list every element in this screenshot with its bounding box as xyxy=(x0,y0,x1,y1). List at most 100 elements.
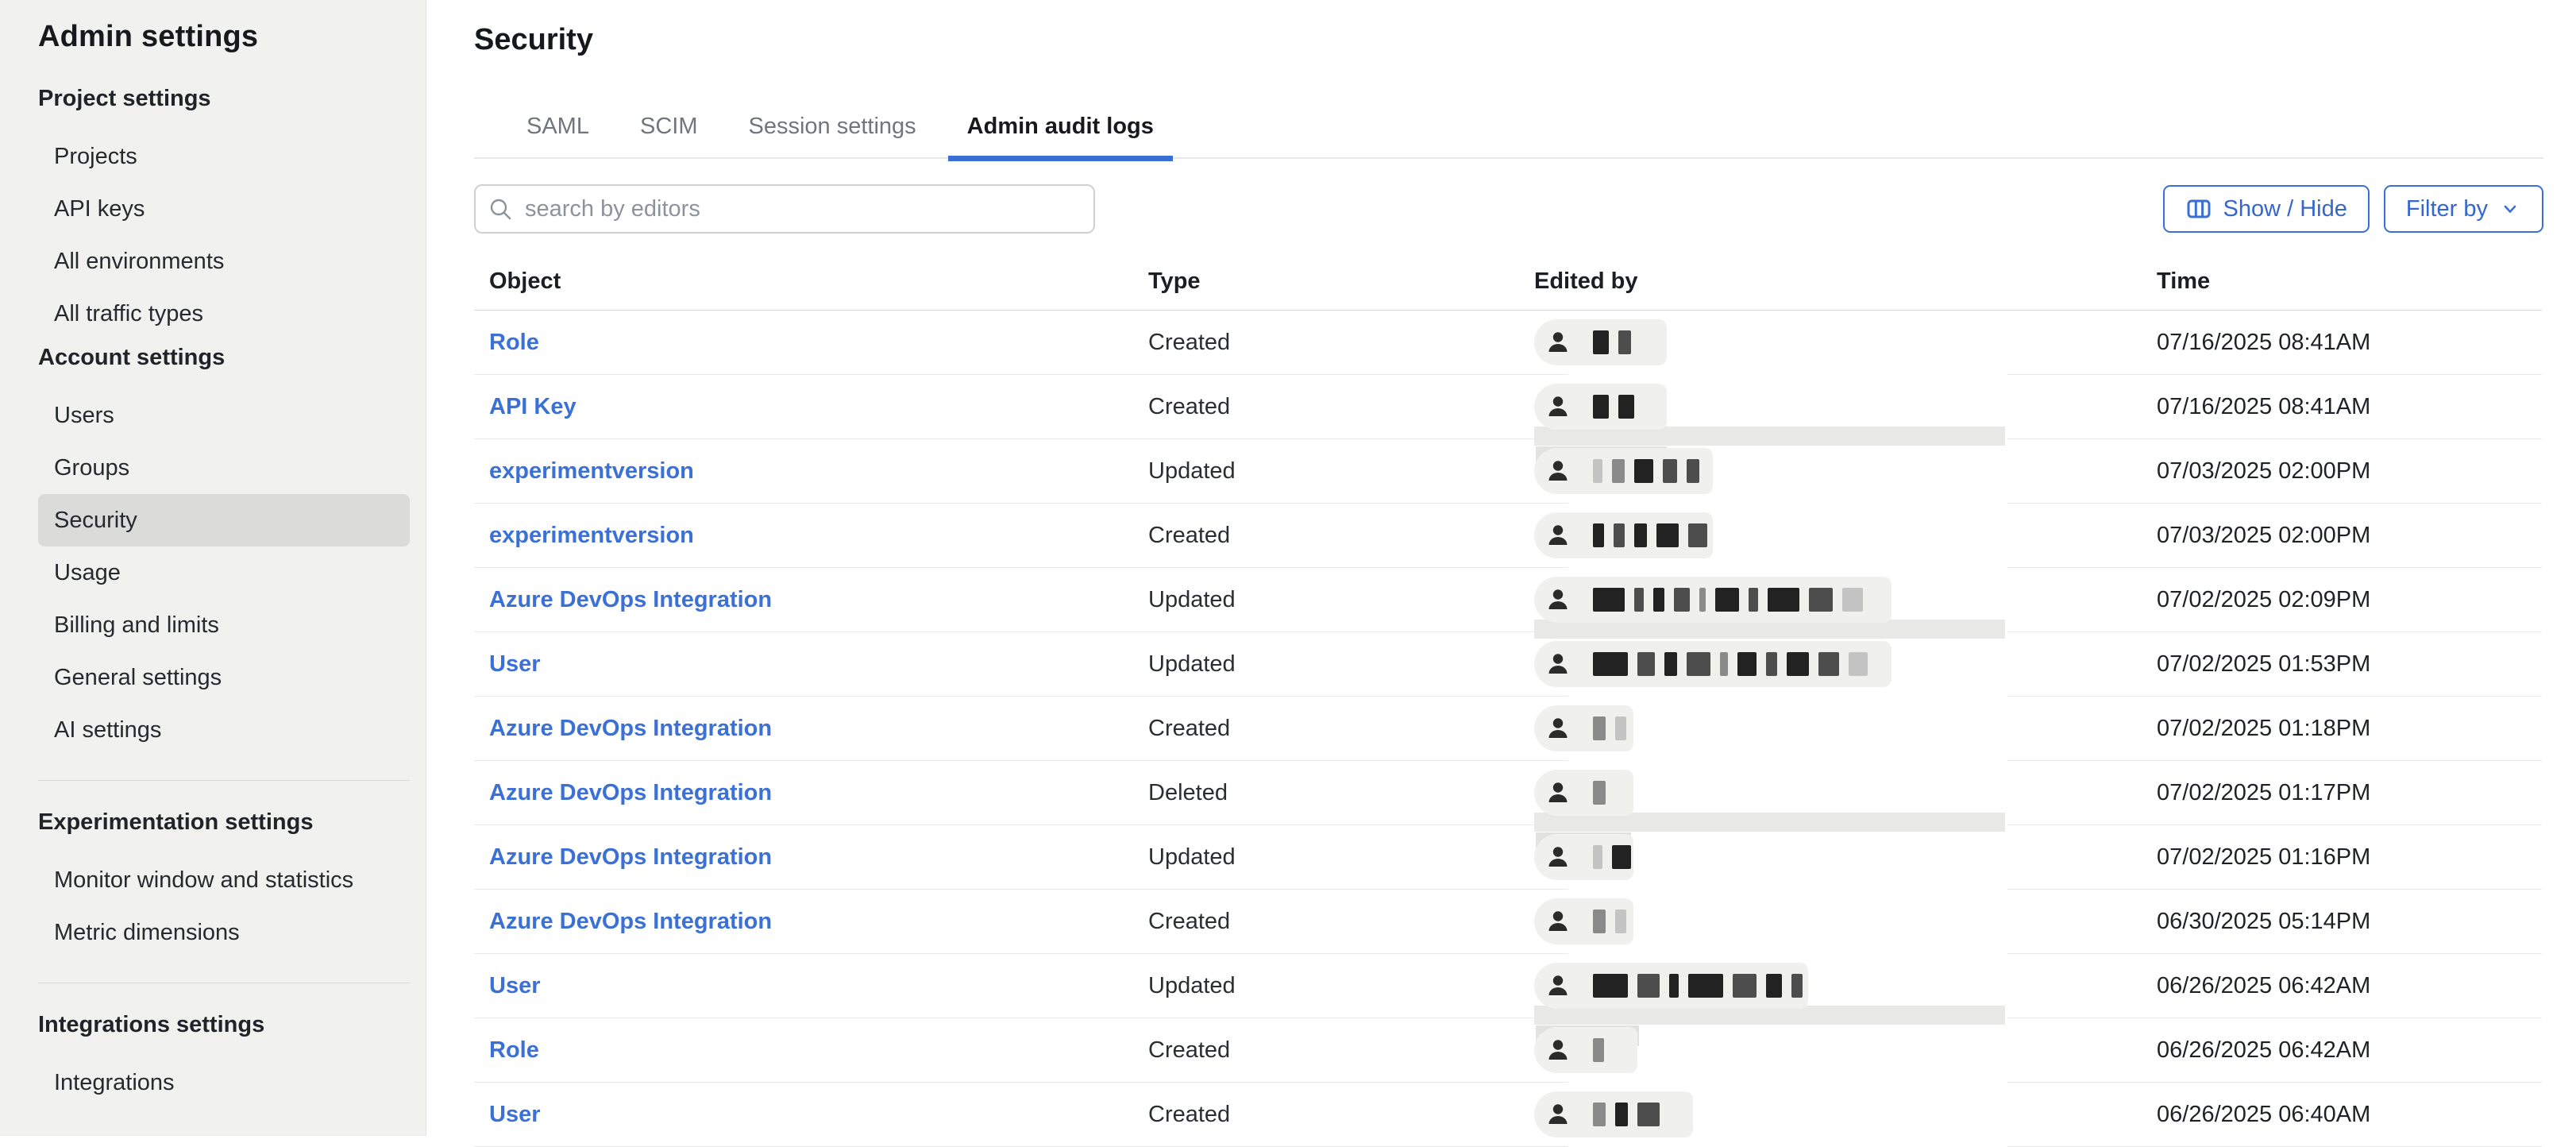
sidebar-item-metric-dimensions[interactable]: Metric dimensions xyxy=(38,906,410,959)
redacted-name-block xyxy=(1787,652,1809,676)
redacted-name-block xyxy=(1688,974,1723,998)
show-hide-button[interactable]: Show / Hide xyxy=(2163,185,2370,233)
search-input[interactable] xyxy=(474,184,1095,234)
redacted-name-block xyxy=(1618,330,1631,354)
object-cell: Azure DevOps Integration xyxy=(474,844,1148,871)
table-row: UserUpdated07/02/2025 01:53PM xyxy=(474,632,2542,697)
redacted-name-block xyxy=(1669,974,1679,998)
table-row: Azure DevOps IntegrationUpdated07/02/202… xyxy=(474,825,2542,890)
tab-saml[interactable]: SAML xyxy=(507,113,608,161)
sidebar-item-users[interactable]: Users xyxy=(38,389,410,442)
person-icon xyxy=(1544,457,1572,485)
object-link[interactable]: User xyxy=(474,1102,541,1127)
object-link[interactable]: experimentversion xyxy=(474,458,694,484)
sidebar-item-general-settings[interactable]: General settings xyxy=(38,651,410,704)
time-cell: 06/26/2025 06:42AM xyxy=(2157,973,2542,999)
redacted-name-block xyxy=(1634,459,1653,483)
editor-chip xyxy=(1534,898,1633,944)
editor-chip xyxy=(1534,705,1633,751)
sidebar-item-usage[interactable]: Usage xyxy=(38,546,410,599)
time-cell: 07/16/2025 08:41AM xyxy=(2157,394,2542,420)
sidebar-item-all-traffic-types[interactable]: All traffic types xyxy=(38,288,410,340)
person-icon xyxy=(1544,328,1572,357)
sidebar-title: Admin settings xyxy=(38,17,410,56)
editor-chip xyxy=(1534,641,1892,687)
toolbar-buttons: Show / Hide Filter by xyxy=(2163,185,2544,233)
sidebar-item-integrations[interactable]: Integrations xyxy=(38,1056,410,1109)
editor-chip xyxy=(1534,448,1713,494)
type-cell: Created xyxy=(1148,909,1534,935)
person-icon xyxy=(1544,1100,1572,1129)
object-link[interactable]: Role xyxy=(474,330,539,355)
redacted-name-block xyxy=(1593,1038,1604,1062)
redacted-name-block xyxy=(1593,395,1609,419)
redacted-name-block xyxy=(1737,652,1757,676)
object-link[interactable]: Azure DevOps Integration xyxy=(474,587,772,612)
redacted-name-block xyxy=(1593,523,1604,547)
editor-chip xyxy=(1534,770,1633,816)
type-cell: Updated xyxy=(1148,458,1534,485)
filter-by-button[interactable]: Filter by xyxy=(2384,185,2543,233)
sidebar-item-api-keys[interactable]: API keys xyxy=(38,183,410,235)
sidebar-item-billing-and-limits[interactable]: Billing and limits xyxy=(38,599,410,651)
filter-by-label: Filter by xyxy=(2406,196,2488,222)
time-cell: 07/02/2025 02:09PM xyxy=(2157,587,2542,613)
redacted-name-block xyxy=(1809,588,1833,612)
object-link[interactable]: User xyxy=(474,651,541,677)
redacted-name-block xyxy=(1614,523,1625,547)
redacted-name-block xyxy=(1593,909,1606,933)
object-link[interactable]: Role xyxy=(474,1037,539,1063)
sidebar-item-monitor-window-and-statistics[interactable]: Monitor window and statistics xyxy=(38,854,410,906)
sidebar: Admin settings Project settingsProjectsA… xyxy=(0,0,426,1136)
type-cell: Updated xyxy=(1148,973,1534,999)
object-cell: experimentversion xyxy=(474,458,1148,485)
sidebar-section-header-integrations-settings: Integrations settings xyxy=(38,1007,410,1042)
person-icon xyxy=(1544,521,1572,550)
table-rows: Role Created 07/16/2025 08:41AM API Key Crea… xyxy=(474,311,2542,1147)
redacted-name-block xyxy=(1637,974,1660,998)
tab-admin-audit-logs[interactable]: Admin audit logs xyxy=(948,113,1173,161)
tab-session-settings[interactable]: Session settings xyxy=(729,113,935,161)
sidebar-item-ai-settings[interactable]: AI settings xyxy=(38,704,410,756)
table-row: experimentversionCreated07/03/2025 02:00… xyxy=(474,504,2542,568)
time-cell: 07/02/2025 01:17PM xyxy=(2157,780,2542,806)
sidebar-item-security[interactable]: Security xyxy=(38,494,410,546)
person-icon xyxy=(1544,714,1572,743)
time-cell: 06/30/2025 05:14PM xyxy=(2157,909,2542,935)
redacted-name-block xyxy=(1674,588,1690,612)
object-link[interactable]: Azure DevOps Integration xyxy=(474,716,772,741)
person-icon xyxy=(1544,392,1572,421)
redacted-name-block xyxy=(1637,1103,1660,1126)
object-link[interactable]: experimentversion xyxy=(474,523,694,548)
editor-chip xyxy=(1534,319,1667,365)
redacted-name-block xyxy=(1593,845,1602,869)
object-cell: Role xyxy=(474,330,1148,356)
object-link[interactable]: Azure DevOps Integration xyxy=(474,780,772,805)
object-link[interactable]: User xyxy=(474,973,541,998)
object-link[interactable]: Azure DevOps Integration xyxy=(474,909,772,934)
person-icon xyxy=(1544,585,1572,614)
tab-scim[interactable]: SCIM xyxy=(621,113,717,161)
edited-by-cell xyxy=(1534,632,2157,696)
object-link[interactable]: Azure DevOps Integration xyxy=(474,844,772,870)
object-link[interactable]: API Key xyxy=(474,394,577,419)
type-cell: Created xyxy=(1148,523,1534,549)
redacted-name-block xyxy=(1593,781,1606,805)
redacted-name-block xyxy=(1615,909,1626,933)
redacted-name-block xyxy=(1768,588,1799,612)
toolbar: Show / Hide Filter by xyxy=(474,184,2543,234)
time-cell: 06/26/2025 06:40AM xyxy=(2157,1102,2542,1128)
redacted-name-block xyxy=(1593,1103,1606,1126)
redacted-name-block xyxy=(1593,588,1625,612)
redacted-name-block xyxy=(1791,974,1803,998)
sidebar-item-groups[interactable]: Groups xyxy=(38,442,410,494)
time-cell: 07/02/2025 01:18PM xyxy=(2157,716,2542,742)
type-cell: Updated xyxy=(1148,651,1534,678)
sidebar-item-all-environments[interactable]: All environments xyxy=(38,235,410,288)
sidebar-section-header-project-settings: Project settings xyxy=(38,81,410,116)
redacted-name-block xyxy=(1656,523,1679,547)
redacted-name-block xyxy=(1618,395,1634,419)
sidebar-item-projects[interactable]: Projects xyxy=(38,130,410,183)
type-cell: Created xyxy=(1148,394,1534,420)
redacted-name-block xyxy=(1766,652,1777,676)
